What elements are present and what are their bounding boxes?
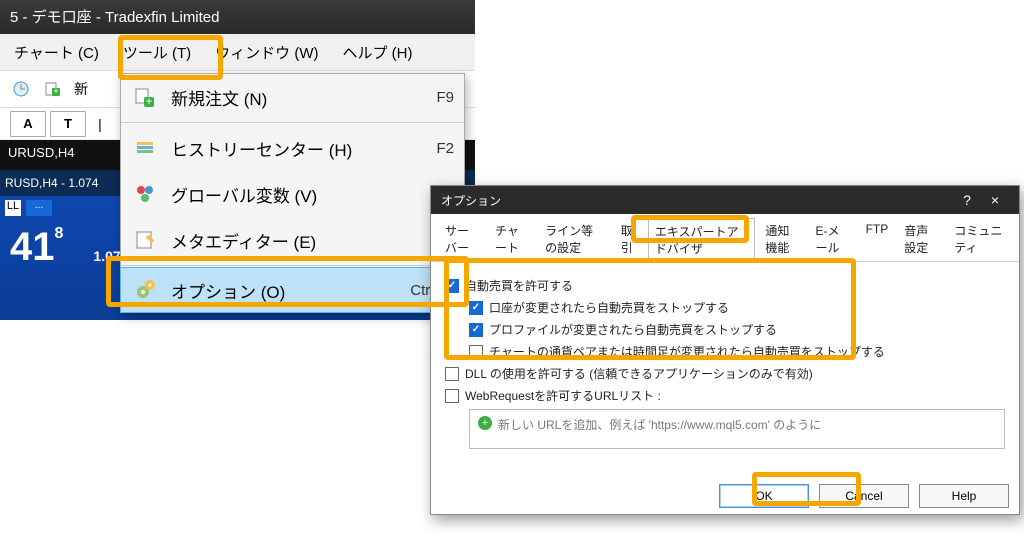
quote-mid: 1.07 — [93, 248, 120, 264]
check-allow-auto-trade[interactable]: ✓ 自動売買を許可する — [445, 277, 1005, 294]
check-label: プロファイルが変更されたら自動売買をストップする — [489, 321, 777, 338]
check-label: WebRequestを許可するURLリスト : — [465, 387, 661, 404]
dropdown-separator — [121, 122, 464, 123]
check-label: チャートの通貨ペアまたは時間足が変更されたら自動売買をストップする — [489, 343, 885, 360]
tab-expert-advisor[interactable]: エキスパートアドバイザ — [648, 218, 756, 262]
dropdown-label: オプション (O) — [171, 278, 285, 303]
history-icon — [131, 134, 159, 162]
options-dialog: オプション ? × サーバー チャート ライン等の設定 取引 エキスパートアドバ… — [430, 185, 1020, 515]
url-list-box[interactable]: + 新しい URLを追加、例えば 'https://www.mql5.com' … — [469, 409, 1005, 449]
chart-mini-tab-2[interactable]: ... — [26, 200, 52, 216]
menu-tools[interactable]: ツール (T) — [115, 36, 199, 69]
check-stop-on-symbol-change[interactable]: チャートの通貨ペアまたは時間足が変更されたら自動売買をストップする — [469, 343, 1005, 360]
quote-left-whole: 41 — [10, 225, 55, 269]
quote-left-sup: 8 — [55, 225, 64, 242]
tab-ftp[interactable]: FTP — [860, 218, 895, 261]
check-stop-on-account-change[interactable]: ✓ 口座が変更されたら自動売買をストップする — [469, 299, 1005, 316]
dropdown-shortcut: F9 — [436, 89, 454, 106]
menu-chart[interactable]: チャート (C) — [6, 36, 107, 69]
check-allow-webrequest[interactable]: WebRequestを許可するURLリスト : — [445, 387, 1005, 404]
dialog-close-button[interactable]: × — [981, 192, 1009, 208]
tab-server[interactable]: サーバー — [439, 218, 485, 261]
dialog-tabs: サーバー チャート ライン等の設定 取引 エキスパートアドバイザ 通知機能 E-… — [431, 214, 1019, 262]
tab-notification[interactable]: 通知機能 — [759, 218, 805, 261]
dialog-button-row: OK Cancel Help — [719, 484, 1009, 508]
dropdown-metaeditor[interactable]: メタエディター (E) — [121, 217, 464, 263]
checkbox-icon: ✓ — [469, 301, 483, 315]
url-placeholder-text: 新しい URLを追加、例えば 'https://www.mql5.com' のよ… — [498, 416, 821, 433]
text-tool-t-button[interactable]: T — [50, 111, 86, 137]
dropdown-global-variables[interactable]: グローバル変数 (V) F — [121, 171, 464, 217]
dialog-help-button[interactable]: ? — [953, 192, 981, 208]
checkbox-icon: ✓ — [469, 323, 483, 337]
dialog-body: ✓ 自動売買を許可する ✓ 口座が変更されたら自動売買をストップする ✓ プロフ… — [431, 262, 1019, 459]
svg-text:+: + — [53, 86, 58, 96]
check-allow-dll[interactable]: DLL の使用を許可する (信頼できるアプリケーションのみで有効) — [445, 365, 1005, 382]
tab-sound[interactable]: 音声設定 — [898, 218, 944, 261]
tab-email[interactable]: E-メール — [809, 218, 855, 261]
editor-icon — [131, 226, 159, 254]
dropdown-options[interactable]: オプション (O) Ctrl+O — [120, 267, 465, 313]
tab-chart[interactable]: チャート — [489, 218, 535, 261]
ok-button[interactable]: OK — [719, 484, 809, 508]
dropdown-shortcut: F2 — [436, 140, 454, 157]
dropdown-label: ヒストリーセンター (H) — [171, 136, 352, 161]
window-title: 5 - デモ口座 - Tradexfin Limited — [0, 0, 475, 34]
check-label: 口座が変更されたら自動売買をストップする — [489, 299, 729, 316]
checkbox-icon — [445, 367, 459, 381]
dropdown-label: 新規注文 (N) — [171, 85, 267, 110]
tab-line-settings[interactable]: ライン等の設定 — [539, 218, 611, 261]
checkbox-icon — [469, 345, 483, 359]
checkbox-icon — [445, 389, 459, 403]
chart-symbol-label: URUSD,H4 — [8, 145, 74, 160]
cancel-button[interactable]: Cancel — [819, 484, 909, 508]
dialog-titlebar: オプション ? × — [431, 186, 1019, 214]
autoscroll-icon[interactable] — [10, 78, 32, 100]
new-order-icon[interactable]: + — [42, 78, 64, 100]
checkbox-icon: ✓ — [445, 279, 459, 293]
add-url-icon[interactable]: + — [478, 416, 492, 430]
tools-dropdown: + 新規注文 (N) F9 ヒストリーセンター (H) F2 グローバル変数 (… — [120, 73, 465, 313]
help-button[interactable]: Help — [919, 484, 1009, 508]
gear-icon — [131, 276, 159, 304]
dropdown-label: グローバル変数 (V) — [171, 182, 317, 207]
dropdown-label: メタエディター (E) — [171, 228, 316, 253]
new-order-icon: + — [131, 83, 159, 111]
dropdown-history-center[interactable]: ヒストリーセンター (H) F2 — [121, 125, 464, 171]
dropdown-new-order[interactable]: + 新規注文 (N) F9 — [121, 74, 464, 120]
dropdown-separator — [121, 265, 464, 266]
menu-help[interactable]: ヘルプ (H) — [335, 36, 421, 69]
new-button-label[interactable]: 新 — [74, 79, 88, 99]
svg-text:+: + — [145, 94, 152, 108]
chart-symbol-small: RUSD,H4 - 1.074 — [5, 176, 98, 190]
menu-window[interactable]: ウィンドウ (W) — [207, 36, 326, 69]
check-stop-on-profile-change[interactable]: ✓ プロファイルが変更されたら自動売買をストップする — [469, 321, 1005, 338]
check-label: DLL の使用を許可する (信頼できるアプリケーションのみで有効) — [465, 365, 813, 382]
toolbar-divider: | — [90, 116, 110, 132]
menu-bar: チャート (C) ツール (T) ウィンドウ (W) ヘルプ (H) — [0, 34, 475, 70]
dialog-title: オプション — [441, 192, 501, 209]
tab-trade[interactable]: 取引 — [615, 218, 644, 261]
check-label: 自動売買を許可する — [465, 277, 573, 294]
chart-mini-tab-1[interactable]: LL — [5, 200, 21, 216]
tab-community[interactable]: コミュニティ — [948, 218, 1011, 261]
text-tool-a-button[interactable]: A — [10, 111, 46, 137]
globals-icon — [131, 180, 159, 208]
